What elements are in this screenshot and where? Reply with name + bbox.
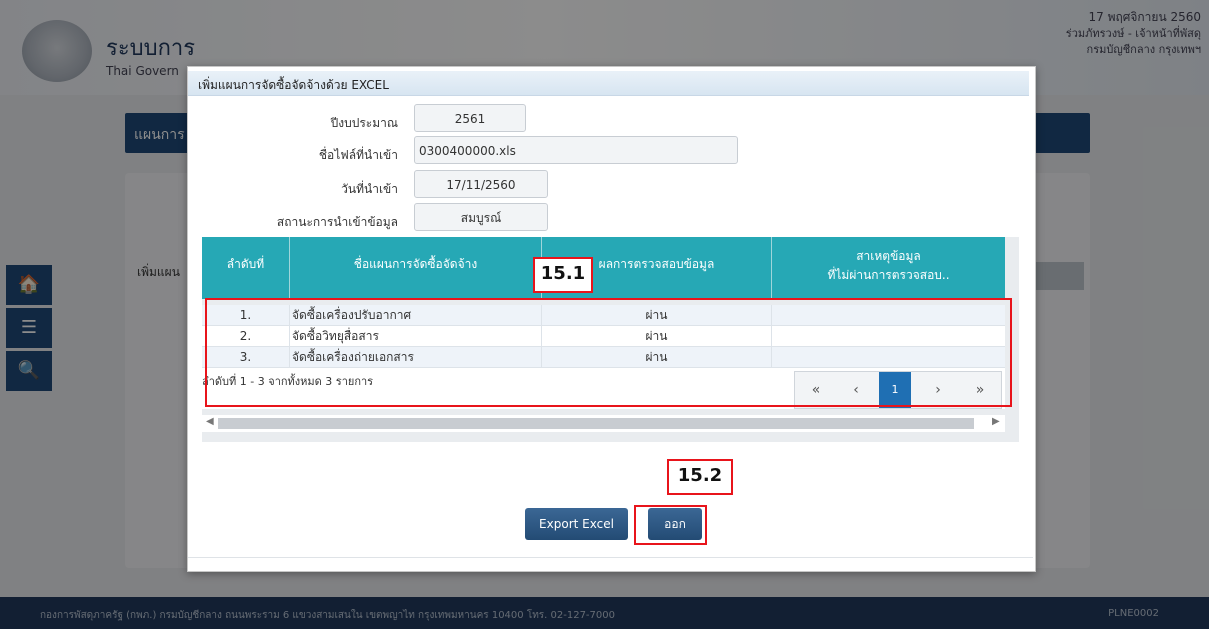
scrollbar-thumb[interactable] (218, 418, 974, 429)
modal-header: เพิ่มแผนการจัดซื้อจัดจ้างด้วย EXCEL (188, 71, 1029, 96)
budget-year-field: 2561 (414, 104, 526, 132)
annotation-box-exit (634, 505, 707, 545)
annotation-box-grid (205, 298, 1012, 407)
col-header-fail-reason[interactable]: สาเหตุข้อมูล ที่ไม่ผ่านการตรวจสอบ.. (772, 237, 1005, 299)
annotation-callout-15-2: 15.2 (667, 459, 733, 495)
horizontal-scrollbar[interactable]: ◀ ▶ (202, 415, 1005, 432)
modal-footer-divider (188, 557, 1033, 558)
filename-field: 0300400000.xls (414, 136, 738, 164)
import-status-field: สมบูรณ์ (414, 203, 548, 231)
col-header-plan-name[interactable]: ชื่อแผนการจัดซื้อจัดจ้าง (290, 237, 542, 299)
import-date-field: 17/11/2560 (414, 170, 548, 198)
col-header-fail-reason-line1: สาเหตุข้อมูล (856, 249, 921, 263)
col-header-fail-reason-line2: ที่ไม่ผ่านการตรวจสอบ.. (827, 268, 950, 282)
filename-label: ชื่อไฟล์ที่นำเข้า (318, 148, 398, 162)
scroll-right-icon[interactable]: ▶ (992, 416, 1000, 427)
grid-header: ลำดับที่ ชื่อแผนการจัดซื้อจัดจ้าง ผลการต… (202, 237, 1005, 299)
col-header-no[interactable]: ลำดับที่ (202, 237, 290, 299)
import-status-label: สถานะการนำเข้าข้อมูล (276, 215, 398, 229)
modal-title: เพิ่มแผนการจัดซื้อจัดจ้างด้วย EXCEL (198, 78, 389, 92)
export-excel-button[interactable]: Export Excel (525, 508, 628, 540)
budget-year-label: ปีงบประมาณ (330, 116, 398, 130)
scroll-left-icon[interactable]: ◀ (206, 416, 214, 427)
annotation-callout-15-1: 15.1 (533, 257, 593, 293)
import-date-label: วันที่นำเข้า (341, 182, 398, 196)
